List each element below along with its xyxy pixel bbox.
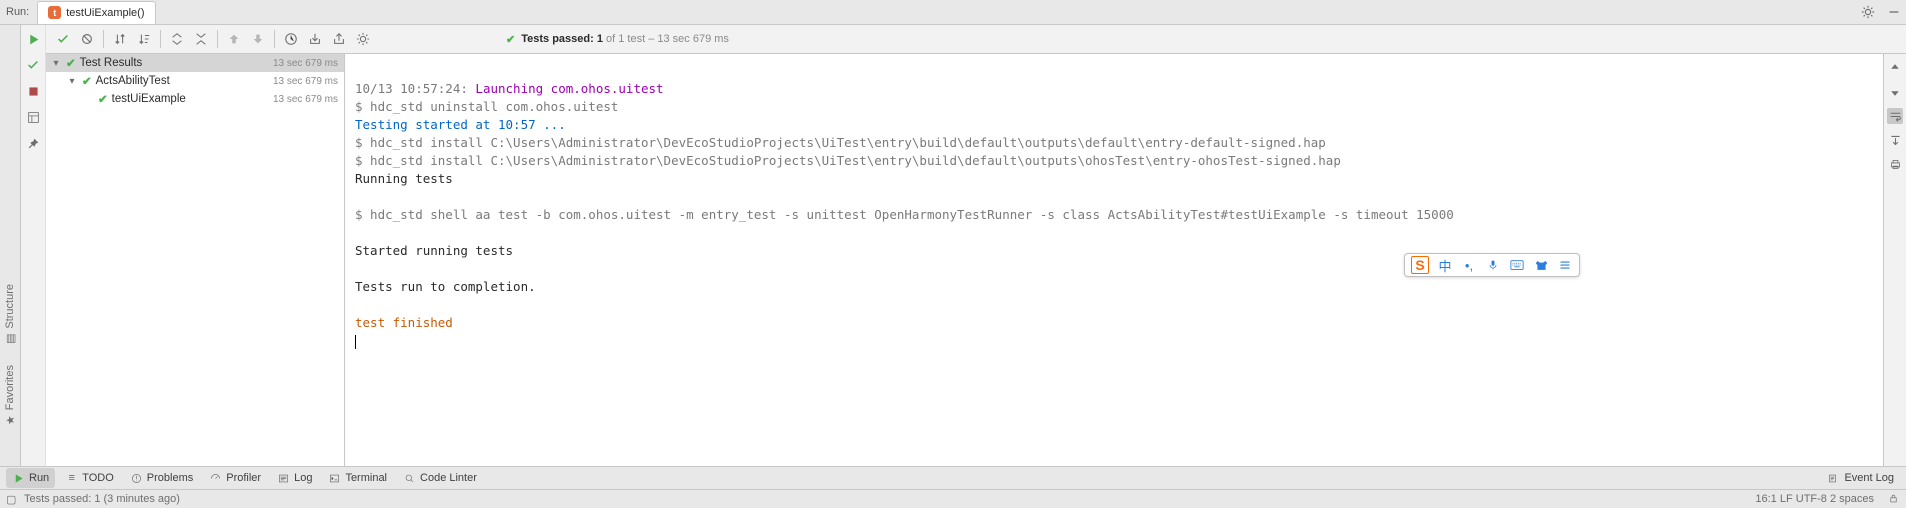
status-bar: ▢ Tests passed: 1 (3 minutes ago) 16:1 L… [0, 489, 1906, 508]
separator [160, 30, 161, 48]
separator [103, 30, 104, 48]
test-tree[interactable]: ▾ ✔ Test Results 13 sec 679 ms ▾ ✔ ActsA… [46, 54, 345, 466]
codelinter-toolwindow-button[interactable]: Code Linter [397, 468, 483, 488]
export-tests-icon[interactable] [328, 28, 350, 50]
profiler-icon [209, 472, 222, 485]
ime-skin-icon[interactable] [1533, 257, 1549, 273]
chevron-down-icon[interactable]: ▾ [50, 58, 62, 69]
star-icon: ★ [4, 414, 16, 426]
scroll-down-icon[interactable] [1887, 84, 1903, 100]
pass-icon: ✔ [66, 56, 76, 70]
lock-icon[interactable] [1888, 493, 1900, 505]
test-config-icon: t [48, 6, 61, 19]
tree-test-row[interactable]: ✔ testUiExample 13 sec 679 ms [46, 90, 344, 108]
run-tool-header: Run: t testUiExample() [0, 0, 1906, 25]
ime-lang-icon[interactable]: 中 [1437, 257, 1453, 273]
problems-toolwindow-button[interactable]: Problems [124, 468, 199, 488]
print-icon[interactable] [1887, 156, 1903, 172]
show-ignored-icon[interactable] [76, 28, 98, 50]
run-gutter [21, 25, 46, 466]
minimize-icon[interactable] [1886, 4, 1902, 20]
soft-wrap-icon[interactable] [1887, 108, 1903, 124]
profiler-toolwindow-button[interactable]: Profiler [203, 468, 267, 488]
ime-logo-icon: S [1411, 256, 1429, 274]
todo-icon: ≡ [65, 472, 78, 485]
tree-root-row[interactable]: ▾ ✔ Test Results 13 sec 679 ms [46, 54, 344, 72]
test-settings-icon[interactable] [352, 28, 374, 50]
lint-icon [403, 472, 416, 485]
show-passed-icon[interactable] [52, 28, 74, 50]
bottom-toolbar: Run ≡ TODO Problems Profiler Log Termina… [0, 466, 1906, 489]
text-caret [355, 335, 356, 349]
problems-icon [130, 472, 143, 485]
left-tool-strip: ▤ Structure ★ Favorites [0, 25, 21, 466]
pin-icon[interactable] [25, 135, 41, 151]
run-toolwindow-button[interactable]: Run [6, 468, 55, 488]
ime-floating-bar[interactable]: S 中 •, [1404, 253, 1580, 277]
status-check-icon: ✔ [506, 33, 515, 46]
pass-icon: ✔ [98, 92, 108, 106]
structure-toolwindow-button[interactable]: ▤ Structure [4, 284, 16, 345]
ime-punct-icon[interactable]: •, [1461, 257, 1477, 273]
next-failed-icon[interactable] [247, 28, 269, 50]
tree-suite-row[interactable]: ▾ ✔ ActsAbilityTest 13 sec 679 ms [46, 72, 344, 90]
log-icon [277, 472, 290, 485]
stop-icon[interactable] [25, 83, 41, 99]
terminal-icon [328, 472, 341, 485]
ime-mic-icon[interactable] [1485, 257, 1501, 273]
pass-icon: ✔ [82, 74, 92, 88]
eventlog-toolwindow-button[interactable]: Event Log [1821, 468, 1900, 488]
todo-toolwindow-button[interactable]: ≡ TODO [59, 468, 120, 488]
collapse-all-icon[interactable] [190, 28, 212, 50]
separator [274, 30, 275, 48]
ime-keyboard-icon[interactable] [1509, 257, 1525, 273]
sort-duration-icon[interactable] [133, 28, 155, 50]
console-panel: 10/13 10:57:24: Launching com.ohos.uites… [345, 54, 1906, 466]
status-message: Tests passed: 1 (3 minutes ago) [24, 493, 180, 505]
tests-status: ✔ Tests passed: 1 of 1 test – 13 sec 679… [506, 33, 729, 46]
scroll-up-icon[interactable] [1887, 60, 1903, 76]
sort-icon[interactable] [109, 28, 131, 50]
import-tests-icon[interactable] [304, 28, 326, 50]
test-history-icon[interactable] [280, 28, 302, 50]
log-toolwindow-button[interactable]: Log [271, 468, 318, 488]
rerun-icon[interactable] [25, 31, 41, 47]
console-output[interactable]: 10/13 10:57:24: Launching com.ohos.uites… [345, 54, 1883, 466]
run-icon [12, 472, 25, 485]
toggle-autotest-icon[interactable] [25, 57, 41, 73]
scroll-to-end-icon[interactable] [1887, 132, 1903, 148]
expand-all-icon[interactable] [166, 28, 188, 50]
status-toggle-icon[interactable]: ▢ [6, 493, 18, 505]
layout-icon[interactable] [25, 109, 41, 125]
structure-icon: ▤ [4, 333, 16, 345]
console-right-gutter [1883, 54, 1906, 466]
settings-icon[interactable] [1860, 4, 1876, 20]
eventlog-icon [1827, 472, 1840, 485]
status-right-info[interactable]: 16:1 LF UTF-8 2 spaces [1755, 493, 1874, 505]
run-config-name: testUiExample() [66, 7, 144, 19]
test-toolbar: ✔ Tests passed: 1 of 1 test – 13 sec 679… [46, 25, 1906, 54]
run-config-tab[interactable]: t testUiExample() [37, 1, 155, 24]
run-label: Run: [0, 6, 35, 18]
separator [217, 30, 218, 48]
ime-menu-icon[interactable] [1557, 257, 1573, 273]
favorites-toolwindow-button[interactable]: ★ Favorites [4, 365, 16, 426]
terminal-toolwindow-button[interactable]: Terminal [322, 468, 393, 488]
chevron-down-icon[interactable]: ▾ [66, 76, 78, 87]
prev-failed-icon[interactable] [223, 28, 245, 50]
